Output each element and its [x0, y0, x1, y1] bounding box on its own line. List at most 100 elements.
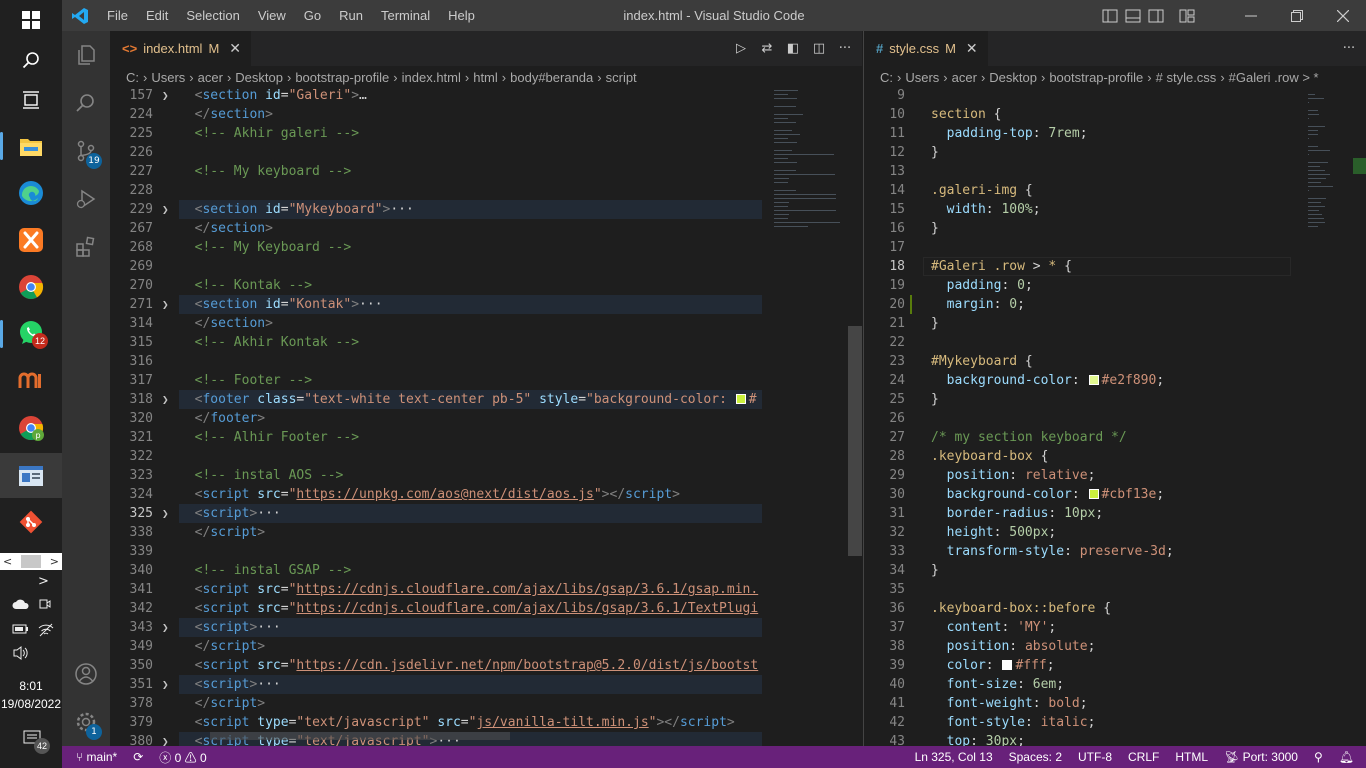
- search-icon[interactable]: [8, 40, 54, 80]
- code-line[interactable]: 224 </section>: [110, 105, 862, 124]
- problems-indicator[interactable]: ⓧ 0 ⚠ 0: [151, 749, 214, 766]
- code-line[interactable]: 17: [864, 238, 1366, 257]
- code-line[interactable]: 12}: [864, 143, 1366, 162]
- split-editor-icon[interactable]: ◫: [810, 41, 828, 56]
- code-line[interactable]: 341 <script src="https://cdnjs.cloudflar…: [110, 580, 862, 599]
- breadcrumb-item[interactable]: script: [606, 70, 637, 85]
- open-changes-icon[interactable]: ⇄: [758, 41, 776, 56]
- breadcrumb-item[interactable]: index.html: [402, 70, 461, 85]
- code-line[interactable]: 317 <!-- Footer -->: [110, 371, 862, 390]
- code-line[interactable]: 21}: [864, 314, 1366, 333]
- wifi-icon[interactable]: [38, 623, 54, 641]
- toggle-panel-icon[interactable]: [1121, 0, 1144, 31]
- code-line[interactable]: 229 ❯ <section id="Mykeyboard">···: [130, 200, 762, 219]
- code-line[interactable]: 324 <script src="https://unpkg.com/aos@n…: [110, 485, 862, 504]
- code-line[interactable]: 10 section {: [864, 105, 1366, 124]
- code-line[interactable]: 227 <!-- My keyboard -->: [110, 162, 862, 181]
- customize-layout-icon[interactable]: [1175, 0, 1198, 31]
- taskbar-time[interactable]: 8:01: [0, 679, 62, 693]
- code-area-left[interactable]: 157 ❯ <section id="Galeri">… 224 </section…: [110, 86, 862, 746]
- menu-view[interactable]: View: [249, 8, 295, 23]
- code-line[interactable]: 271 ❯ <section id="Kontak">···: [130, 295, 762, 314]
- breadcrumb-item[interactable]: html: [473, 70, 498, 85]
- restore-button[interactable]: [1274, 0, 1320, 31]
- search-view-icon[interactable]: [62, 79, 110, 127]
- code-line[interactable]: 267 </section>: [110, 219, 862, 238]
- cursor-position[interactable]: Ln 325, Col 13: [907, 750, 1001, 764]
- more-actions-icon[interactable]: ···: [836, 41, 854, 56]
- taskbar-date[interactable]: 19/08/2022: [0, 697, 62, 711]
- code-line[interactable]: 35: [864, 580, 1366, 599]
- xampp-icon[interactable]: [8, 220, 54, 260]
- code-line[interactable]: 270 <!-- Kontak -->: [110, 276, 862, 295]
- code-line[interactable]: 43 top: 30px;: [864, 732, 1366, 746]
- live-server-port[interactable]: 📡︎ Port: 3000: [1216, 750, 1306, 764]
- code-line[interactable]: 314 </section>: [110, 314, 862, 333]
- code-line[interactable]: 19 padding: 0;: [864, 276, 1366, 295]
- fold-chevron-icon[interactable]: ❯: [162, 732, 169, 746]
- menu-run[interactable]: Run: [330, 8, 372, 23]
- code-line[interactable]: 25}: [864, 390, 1366, 409]
- chrome-icon[interactable]: [8, 267, 54, 307]
- vertical-scrollbar-left[interactable]: [848, 88, 862, 746]
- code-line[interactable]: 340 <!-- instal GSAP -->: [110, 561, 862, 580]
- branch-indicator[interactable]: ⑂ main*: [62, 750, 125, 764]
- fold-chevron-icon[interactable]: ❯: [162, 504, 169, 523]
- scroll-right-icon[interactable]: >: [50, 555, 59, 568]
- fold-chevron-icon[interactable]: ❯: [162, 618, 169, 637]
- menu-go[interactable]: Go: [295, 8, 330, 23]
- whatsapp-icon[interactable]: 12: [8, 313, 54, 353]
- show-hidden-icons-icon[interactable]: >: [38, 574, 49, 589]
- code-line[interactable]: 18 #Galeri .row > * {: [864, 257, 1366, 276]
- code-line[interactable]: 339: [110, 542, 862, 561]
- scroll-thumb[interactable]: [21, 555, 41, 568]
- more-actions-icon[interactable]: ···: [1340, 41, 1358, 56]
- fold-chevron-icon[interactable]: ❯: [162, 675, 169, 694]
- code-line[interactable]: 9: [864, 86, 1366, 105]
- code-line[interactable]: 15 width: 100%;: [864, 200, 1366, 219]
- taskbar-scroller[interactable]: < >: [0, 553, 62, 570]
- code-line[interactable]: 33 transform-style: preserve-3d;: [864, 542, 1366, 561]
- breadcrumb-item[interactable]: Desktop: [235, 70, 283, 85]
- code-line[interactable]: 349 </script>: [110, 637, 862, 656]
- fold-chevron-icon[interactable]: ❯: [162, 295, 169, 314]
- close-window-button[interactable]: [1320, 0, 1366, 31]
- code-line[interactable]: 22: [864, 333, 1366, 352]
- task-view-icon[interactable]: [8, 80, 54, 120]
- notifications-bell-icon[interactable]: 🔔︎: [1331, 750, 1366, 764]
- code-line[interactable]: 14 .galeri-img {: [864, 181, 1366, 200]
- code-line[interactable]: 16}: [864, 219, 1366, 238]
- code-line[interactable]: 26: [864, 409, 1366, 428]
- code-line[interactable]: 323 <!-- instal AOS -->: [110, 466, 862, 485]
- end-of-line[interactable]: CRLF: [1120, 750, 1167, 764]
- code-line[interactable]: 320 </footer>: [110, 409, 862, 428]
- chrome-profile-icon[interactable]: p: [8, 408, 54, 448]
- code-line[interactable]: 13: [864, 162, 1366, 181]
- edge-icon[interactable]: [8, 173, 54, 213]
- code-line[interactable]: 11 padding-top: 7rem;: [864, 124, 1366, 143]
- code-line[interactable]: 379 <script type="text/javascript" src="…: [110, 713, 862, 732]
- menu-terminal[interactable]: Terminal: [372, 8, 439, 23]
- minimize-button[interactable]: [1228, 0, 1274, 31]
- code-line[interactable]: 37 content: 'MY';: [864, 618, 1366, 637]
- breadcrumb-item[interactable]: #Galeri .row > *: [1229, 70, 1319, 85]
- code-line[interactable]: 30 background-color: #cbf13e;: [864, 485, 1366, 504]
- sync-icon[interactable]: ⟳: [125, 750, 151, 764]
- breadcrumb-item[interactable]: body#beranda: [510, 70, 593, 85]
- code-line[interactable]: 40 font-size: 6em;: [864, 675, 1366, 694]
- run-debug-icon[interactable]: [62, 175, 110, 223]
- code-line[interactable]: 24 background-color: #e2f890;: [864, 371, 1366, 390]
- git-icon[interactable]: [8, 502, 54, 542]
- horizontal-scrollbar-left[interactable]: [210, 732, 510, 740]
- meet-now-icon[interactable]: [38, 597, 52, 615]
- code-line[interactable]: 38 position: absolute;: [864, 637, 1366, 656]
- scroll-thumb-left[interactable]: [848, 326, 862, 556]
- onedrive-icon[interactable]: [12, 598, 30, 614]
- breadcrumb-item[interactable]: bootstrap-profile: [295, 70, 389, 85]
- accounts-icon[interactable]: [62, 650, 110, 698]
- code-line[interactable]: 39 color: #fff;: [864, 656, 1366, 675]
- code-line[interactable]: 350 <script src="https://cdn.jsdelivr.ne…: [110, 656, 862, 675]
- breadcrumb-item[interactable]: Users: [151, 70, 185, 85]
- language-mode[interactable]: HTML: [1167, 750, 1216, 764]
- encoding[interactable]: UTF-8: [1070, 750, 1120, 764]
